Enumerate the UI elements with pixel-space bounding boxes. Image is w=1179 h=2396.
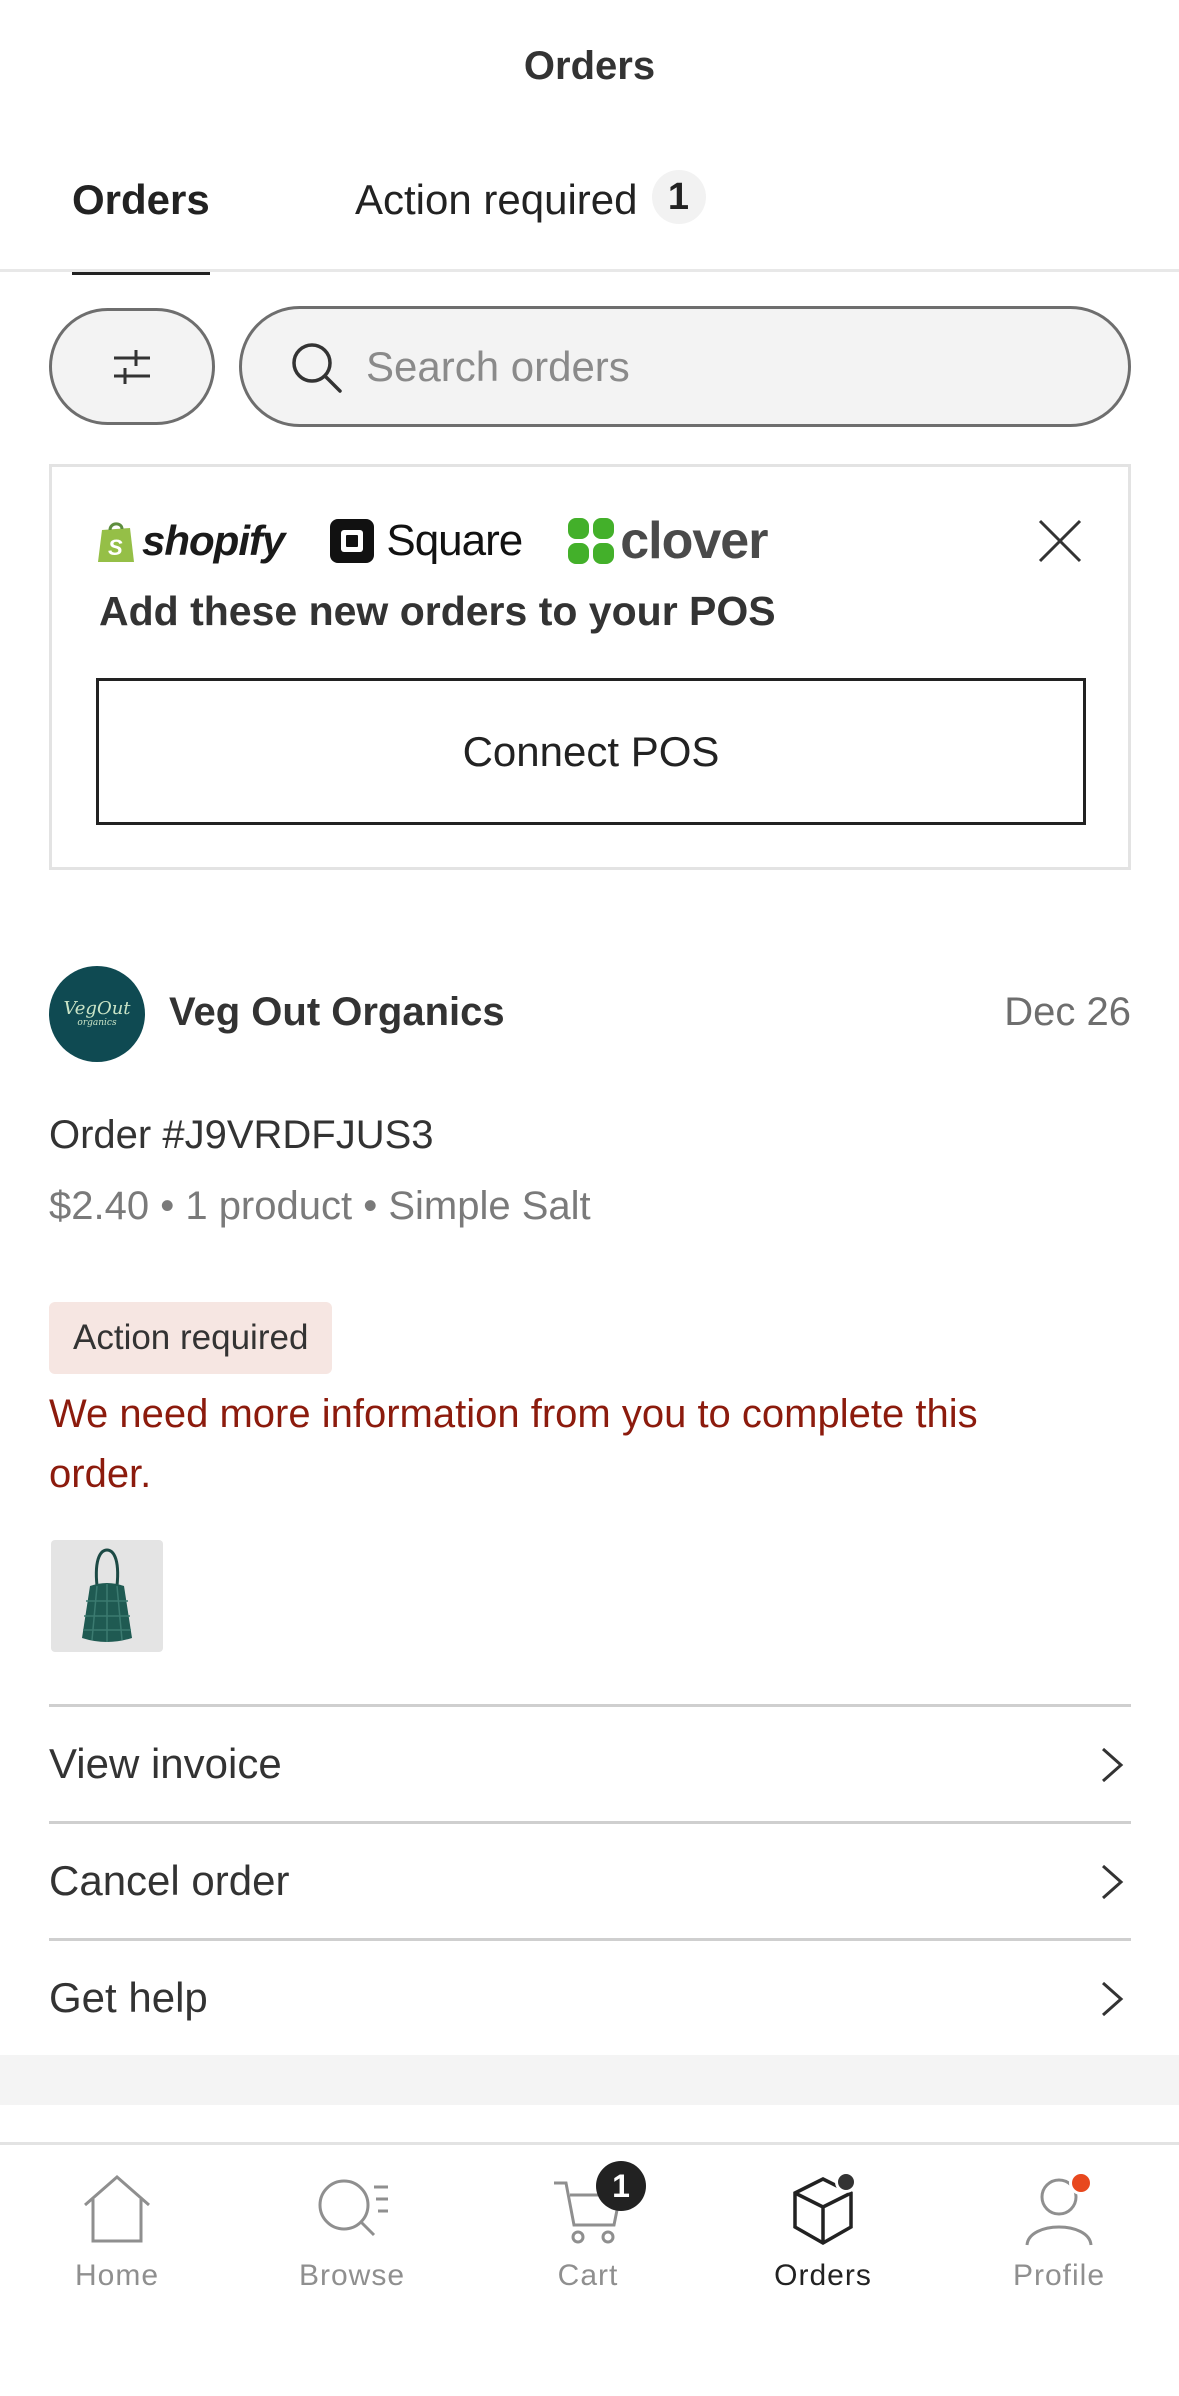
order-actions-list: View invoice Cancel order Get help bbox=[49, 1704, 1131, 2055]
home-icon bbox=[84, 2175, 150, 2243]
nav-browse-label: Browse bbox=[298, 2259, 406, 2292]
pos-logos: S shopify Square clover bbox=[96, 511, 768, 571]
nav-home-label: Home bbox=[74, 2259, 160, 2292]
nav-orders[interactable]: Orders bbox=[723, 2169, 923, 2319]
filter-sliders-icon bbox=[114, 349, 150, 384]
chevron-right-icon bbox=[1102, 1747, 1124, 1783]
merchant-row[interactable]: VegOut organics Veg Out Organics Dec 26 bbox=[49, 966, 1131, 1062]
page-title: Orders bbox=[523, 44, 656, 88]
bottom-navigation: Home Browse 1 Cart Orders Profile bbox=[0, 2142, 1179, 2396]
top-bar: Orders bbox=[0, 0, 1179, 140]
tab-action-required-label: Action required bbox=[355, 176, 638, 223]
action-required-count-badge: 1 bbox=[651, 170, 706, 224]
cancel-order-row[interactable]: Cancel order bbox=[49, 1821, 1131, 1938]
view-invoice-row[interactable]: View invoice bbox=[49, 1704, 1131, 1821]
tab-orders[interactable]: Orders bbox=[72, 176, 210, 275]
browse-icon bbox=[318, 2179, 388, 2237]
svg-text:S: S bbox=[108, 535, 123, 560]
search-input[interactable] bbox=[366, 342, 1066, 391]
chevron-right-icon bbox=[1102, 1981, 1124, 2017]
square-mark-icon bbox=[330, 519, 375, 563]
nav-browse[interactable]: Browse bbox=[252, 2169, 452, 2319]
get-help-row[interactable]: Get help bbox=[49, 1938, 1131, 2055]
nav-profile-label: Profile bbox=[1012, 2259, 1106, 2292]
shopify-bag-icon: S bbox=[98, 522, 134, 562]
tab-action-required[interactable]: Action required 1 bbox=[355, 170, 706, 272]
product-thumbnail[interactable] bbox=[51, 1540, 163, 1652]
shopify-wordmark: shopify bbox=[142, 517, 285, 564]
square-wordmark: Square bbox=[386, 516, 523, 565]
filter-button[interactable] bbox=[49, 308, 215, 425]
status-badge: Action required bbox=[49, 1302, 333, 1374]
pos-promo-card: S shopify Square clover Add these new or… bbox=[49, 464, 1131, 870]
cancel-order-label: Cancel order bbox=[49, 1857, 290, 1904]
order-card: VegOut organics Veg Out Organics Dec 26 … bbox=[49, 966, 1131, 1652]
search-bar[interactable] bbox=[239, 306, 1131, 427]
action-required-message: We need more information from you to com… bbox=[49, 1392, 978, 1496]
avatar-logo-subtext: organics bbox=[77, 1018, 117, 1028]
order-number: Order #J9VRDFJUS3 bbox=[49, 1113, 434, 1157]
merchant-avatar: VegOut organics bbox=[49, 966, 145, 1062]
nav-cart[interactable]: 1 Cart bbox=[488, 2161, 688, 2319]
nav-home[interactable]: Home bbox=[17, 2169, 217, 2319]
search-icon bbox=[292, 342, 342, 393]
clover-wordmark: clover bbox=[620, 512, 768, 570]
shopify-logo: S shopify bbox=[96, 517, 285, 565]
tote-bag-image bbox=[82, 1548, 132, 1642]
view-invoice-label: View invoice bbox=[49, 1740, 282, 1787]
section-divider bbox=[0, 2055, 1179, 2105]
tab-orders-label: Orders bbox=[72, 176, 210, 223]
order-date: Dec 26 bbox=[1004, 990, 1131, 1034]
nav-cart-label: Cart bbox=[557, 2259, 619, 2292]
get-help-label: Get help bbox=[49, 1974, 208, 2021]
connect-pos-button[interactable]: Connect POS bbox=[96, 678, 1086, 825]
nav-profile[interactable]: Profile bbox=[959, 2169, 1159, 2319]
order-summary: $2.40 • 1 product • Simple Salt bbox=[49, 1184, 591, 1228]
pos-headline: Add these new orders to your POS bbox=[99, 588, 776, 634]
cart-count-badge: 1 bbox=[596, 2161, 646, 2211]
square-logo: Square bbox=[328, 516, 523, 566]
nav-orders-label: Orders bbox=[774, 2259, 872, 2292]
tab-bar: Orders Action required 1 bbox=[0, 140, 1179, 275]
clover-leaf-icon bbox=[568, 518, 615, 564]
merchant-name: Veg Out Organics bbox=[169, 990, 505, 1034]
close-icon[interactable] bbox=[1036, 517, 1084, 565]
chevron-right-icon bbox=[1102, 1864, 1124, 1900]
orders-notification-dot bbox=[835, 2171, 857, 2193]
avatar-logo-text: VegOut bbox=[63, 998, 131, 1019]
clover-logo: clover bbox=[566, 511, 768, 571]
profile-notification-dot bbox=[1069, 2171, 1093, 2195]
